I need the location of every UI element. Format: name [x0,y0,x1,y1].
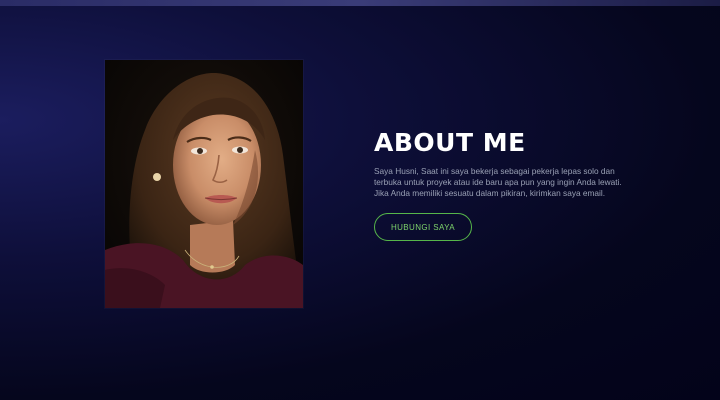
top-bar [0,0,720,6]
about-heading: ABOUT ME [374,128,526,157]
about-section: ABOUT ME Saya Husni, Saat ini saya beker… [374,128,644,241]
about-description: Saya Husni, Saat ini saya bekerja sebaga… [374,166,622,199]
contact-button[interactable]: HUBUNGI SAYA [374,213,472,241]
portrait-image [105,60,303,308]
profile-photo [105,60,303,308]
